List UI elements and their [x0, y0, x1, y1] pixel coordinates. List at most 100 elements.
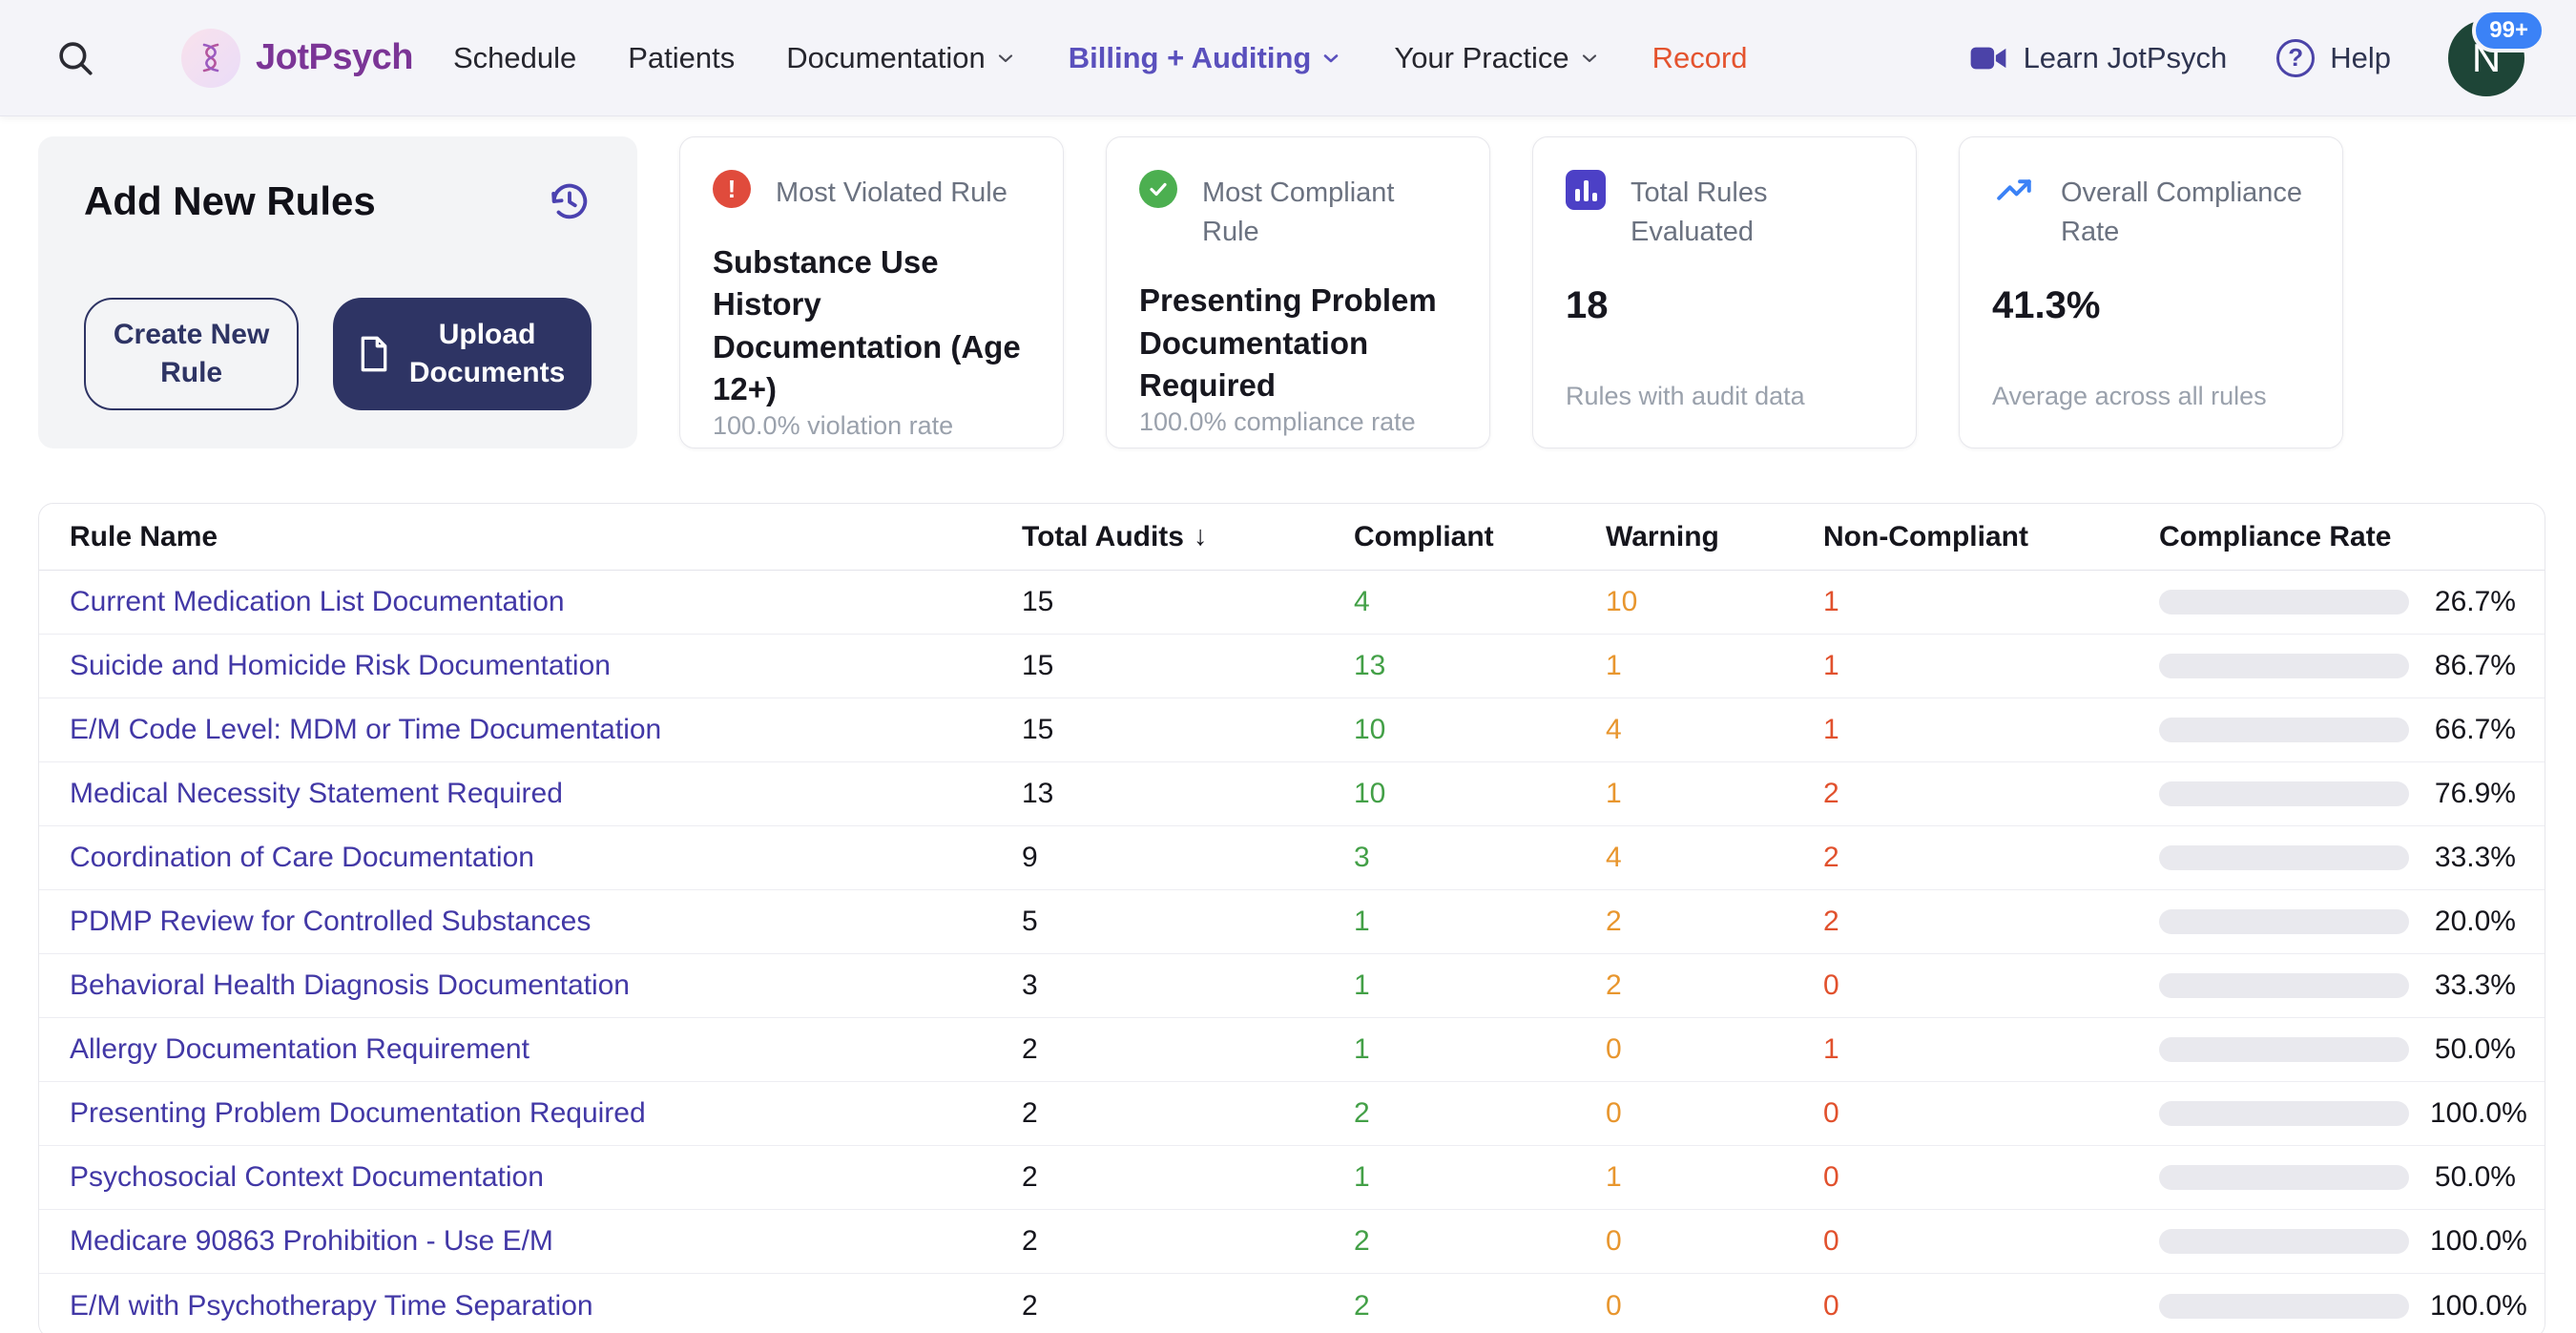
compliance-rate-label: 33.3% — [2430, 842, 2516, 874]
top-nav: JotPsych Schedule Patients Documentation… — [0, 0, 2576, 116]
compliance-bar — [2159, 1229, 2409, 1254]
rule-name-link[interactable]: Behavioral Health Diagnosis Documentatio… — [70, 969, 1022, 1002]
rule-name-link[interactable]: Coordination of Care Documentation — [70, 842, 1022, 874]
search-button[interactable] — [55, 37, 97, 79]
notification-badge: 99+ — [2472, 9, 2545, 52]
stat-label: Total Rules Evaluated — [1631, 170, 1883, 251]
nav-item-record[interactable]: Record — [1652, 41, 1748, 75]
history-button[interactable] — [548, 179, 592, 223]
nav-item-schedule[interactable]: Schedule — [453, 41, 576, 75]
compliance-rate-cell: 66.7% — [2159, 714, 2516, 746]
nav-item-billing-auditing[interactable]: Billing + Auditing — [1069, 41, 1343, 75]
noncompliant-cell: 0 — [1823, 1225, 2159, 1258]
compliance-bar — [2159, 1165, 2409, 1190]
total-audits-cell: 2 — [1022, 1161, 1354, 1194]
user-avatar[interactable]: N 99+ — [2448, 20, 2524, 96]
warning-cell: 1 — [1606, 778, 1823, 810]
nav-item-patients[interactable]: Patients — [628, 41, 735, 75]
rule-name-link[interactable]: Psychosocial Context Documentation — [70, 1161, 1022, 1194]
jotpsych-logo[interactable]: JotPsych — [181, 29, 413, 88]
top-nav-right: Learn JotPsych ? Help N 99+ — [1968, 20, 2524, 96]
learn-jotpsych-button[interactable]: Learn JotPsych — [1968, 38, 2228, 78]
compliance-bar — [2159, 1037, 2409, 1062]
warning-cell: 1 — [1606, 1161, 1823, 1194]
rules-table: Rule Name Total Audits ↓ Compliant Warni… — [38, 503, 2545, 1333]
table-row: E/M Code Level: MDM or Time Documentatio… — [39, 698, 2545, 762]
create-new-rule-button[interactable]: Create New Rule — [84, 298, 299, 410]
rule-name-link[interactable]: Current Medication List Documentation — [70, 586, 1022, 618]
stat-value: Presenting Problem Documentation Require… — [1139, 280, 1457, 407]
noncompliant-cell: 0 — [1823, 1097, 2159, 1130]
total-audits-cell: 13 — [1022, 778, 1354, 810]
column-header-compliance-rate[interactable]: Compliance Rate — [2159, 521, 2516, 553]
warning-cell: 0 — [1606, 1290, 1823, 1323]
table-row: Medicare 90863 Prohibition - Use E/M 2 2… — [39, 1210, 2545, 1274]
compliance-bar — [2159, 1101, 2409, 1126]
compliant-cell: 1 — [1354, 906, 1606, 938]
jotpsych-logo-icon — [181, 29, 240, 88]
table-row: Allergy Documentation Requirement 2 1 0 … — [39, 1018, 2545, 1082]
compliant-cell: 1 — [1354, 1161, 1606, 1194]
rule-name-link[interactable]: Medical Necessity Statement Required — [70, 778, 1022, 810]
compliant-cell: 2 — [1354, 1097, 1606, 1130]
warning-cell: 0 — [1606, 1097, 1823, 1130]
stat-card-most-compliant: Most Compliant Rule Presenting Problem D… — [1106, 136, 1490, 448]
rule-name-link[interactable]: PDMP Review for Controlled Substances — [70, 906, 1022, 938]
compliant-cell: 1 — [1354, 969, 1606, 1002]
summary-cards-row: Add New Rules Create New Rule Upload Doc… — [38, 136, 2538, 448]
nav-item-documentation[interactable]: Documentation — [786, 41, 1017, 75]
compliance-rate-cell: 33.3% — [2159, 969, 2516, 1002]
chevron-down-icon — [994, 47, 1017, 70]
upload-documents-button[interactable]: Upload Documents — [333, 298, 592, 410]
warning-cell: 4 — [1606, 842, 1823, 874]
table-row: PDMP Review for Controlled Substances 5 … — [39, 890, 2545, 954]
nav-item-your-practice[interactable]: Your Practice — [1394, 41, 1600, 75]
table-row: Presenting Problem Documentation Require… — [39, 1082, 2545, 1146]
compliant-cell: 3 — [1354, 842, 1606, 874]
total-audits-cell: 3 — [1022, 969, 1354, 1002]
compliance-rate-cell: 50.0% — [2159, 1161, 2516, 1194]
compliance-rate-label: 100.0% — [2430, 1290, 2527, 1323]
help-button[interactable]: ? Help — [2276, 39, 2391, 77]
chevron-down-icon — [1578, 47, 1601, 70]
help-icon: ? — [2276, 39, 2315, 77]
video-camera-icon — [1968, 38, 2008, 78]
noncompliant-cell: 1 — [1823, 650, 2159, 682]
table-row: Behavioral Health Diagnosis Documentatio… — [39, 954, 2545, 1018]
compliant-cell: 4 — [1354, 586, 1606, 618]
rule-name-link[interactable]: Presenting Problem Documentation Require… — [70, 1097, 1022, 1130]
column-header-non-compliant[interactable]: Non-Compliant — [1823, 521, 2159, 553]
compliance-rate-label: 50.0% — [2430, 1161, 2516, 1194]
noncompliant-cell: 1 — [1823, 1033, 2159, 1066]
stat-card-total-rules: Total Rules Evaluated 18 Rules with audi… — [1532, 136, 1917, 448]
compliance-rate-label: 20.0% — [2430, 906, 2516, 938]
chevron-down-icon — [1319, 47, 1342, 70]
warning-cell: 4 — [1606, 714, 1823, 746]
stat-label: Most Compliant Rule — [1202, 170, 1457, 251]
compliance-rate-label: 86.7% — [2430, 650, 2516, 682]
rule-name-link[interactable]: E/M with Psychotherapy Time Separation — [70, 1290, 1022, 1323]
rule-name-link[interactable]: Medicare 90863 Prohibition - Use E/M — [70, 1225, 1022, 1258]
column-header-rule-name[interactable]: Rule Name — [70, 521, 1022, 553]
noncompliant-cell: 2 — [1823, 778, 2159, 810]
warning-cell: 1 — [1606, 650, 1823, 682]
column-header-total-audits[interactable]: Total Audits ↓ — [1022, 521, 1354, 553]
compliance-rate-cell: 33.3% — [2159, 842, 2516, 874]
compliance-rate-cell: 100.0% — [2159, 1290, 2516, 1323]
compliance-bar — [2159, 654, 2409, 678]
compliance-bar — [2159, 781, 2409, 806]
total-audits-cell: 15 — [1022, 650, 1354, 682]
total-audits-cell: 2 — [1022, 1033, 1354, 1066]
column-header-compliant[interactable]: Compliant — [1354, 521, 1606, 553]
alert-circle-icon: ! — [713, 170, 751, 208]
rule-name-link[interactable]: Suicide and Homicide Risk Documentation — [70, 650, 1022, 682]
compliant-cell: 2 — [1354, 1290, 1606, 1323]
compliance-bar — [2159, 973, 2409, 998]
stat-value: Substance Use History Documentation (Age… — [713, 241, 1030, 411]
total-audits-cell: 5 — [1022, 906, 1354, 938]
compliance-rate-cell: 76.9% — [2159, 778, 2516, 810]
column-header-warning[interactable]: Warning — [1606, 521, 1823, 553]
rule-name-link[interactable]: E/M Code Level: MDM or Time Documentatio… — [70, 714, 1022, 746]
rule-name-link[interactable]: Allergy Documentation Requirement — [70, 1033, 1022, 1066]
stat-footer: 100.0% violation rate — [713, 411, 1030, 441]
